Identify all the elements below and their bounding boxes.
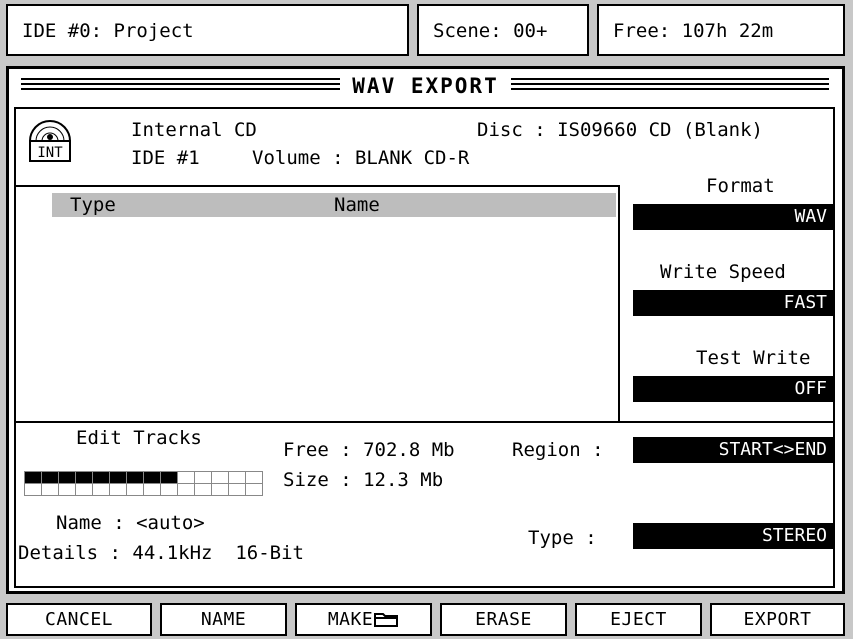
- track-cell[interactable]: [127, 472, 144, 484]
- track-cell[interactable]: [76, 472, 93, 484]
- write-speed-label: Write Speed: [660, 261, 786, 283]
- project-status: IDE #0: Project: [6, 4, 409, 56]
- track-cell[interactable]: [110, 484, 127, 496]
- format-label: Format: [706, 175, 775, 197]
- track-cell[interactable]: [42, 472, 59, 484]
- drive-name: Internal CD: [131, 119, 257, 141]
- track-cell[interactable]: [195, 472, 212, 484]
- scene-label: Scene: 00+: [433, 20, 548, 42]
- edit-tracks-grid[interactable]: [24, 471, 263, 496]
- track-cell[interactable]: [59, 472, 76, 484]
- drive-id: IDE #1: [131, 147, 200, 169]
- type-value[interactable]: STEREO: [633, 523, 833, 549]
- free-space: Free : 702.8 Mb: [283, 439, 455, 461]
- track-cell[interactable]: [212, 472, 229, 484]
- free-time-label: Free: 107h 22m: [613, 20, 774, 42]
- erase-button[interactable]: ERASE: [440, 603, 567, 636]
- test-write-label: Test Write: [696, 347, 811, 369]
- eject-button[interactable]: EJECT: [575, 603, 702, 636]
- project-label: IDE #0: Project: [22, 20, 194, 42]
- name-button[interactable]: NAME: [160, 603, 287, 636]
- test-write-value[interactable]: OFF: [633, 376, 833, 402]
- track-cell[interactable]: [127, 484, 144, 496]
- cancel-button-label: CANCEL: [44, 609, 114, 630]
- svg-text:INT: INT: [37, 145, 63, 161]
- scene-status: Scene: 00+: [417, 4, 589, 56]
- export-button-label: EXPORT: [743, 609, 812, 630]
- eject-button-label: EJECT: [610, 609, 667, 630]
- track-cell[interactable]: [25, 472, 42, 484]
- track-cell[interactable]: [76, 484, 93, 496]
- track-cell[interactable]: [178, 472, 195, 484]
- region-label: Region :: [512, 439, 604, 461]
- region-value[interactable]: START<>END: [633, 437, 833, 463]
- wav-export-panel: WAV EXPORT INT Internal CD IDE #1 Disc :…: [6, 66, 845, 594]
- edit-tracks-label: Edit Tracks: [76, 427, 202, 449]
- export-name[interactable]: Name : <auto>: [56, 512, 205, 534]
- column-name: Name: [334, 194, 380, 216]
- export-details: Details : 44.1kHz 16-Bit: [18, 542, 304, 564]
- title-bar: WAV EXPORT: [9, 69, 842, 105]
- edit-section-divider: [16, 421, 835, 423]
- track-cell[interactable]: [246, 472, 263, 484]
- track-cell[interactable]: [178, 484, 195, 496]
- cd-drive-icon: INT: [26, 115, 74, 163]
- type-label: Type :: [528, 527, 597, 549]
- track-cell[interactable]: [93, 472, 110, 484]
- track-cell[interactable]: [110, 472, 127, 484]
- track-cell[interactable]: [144, 472, 161, 484]
- track-cell[interactable]: [25, 484, 42, 496]
- make-button-label: MAKE: [327, 609, 374, 630]
- track-cell[interactable]: [246, 484, 263, 496]
- track-cell[interactable]: [195, 484, 212, 496]
- volume-info: Volume : BLANK CD-R: [252, 147, 470, 169]
- track-cell[interactable]: [212, 484, 229, 496]
- track-cell[interactable]: [161, 472, 178, 484]
- make-folder-button[interactable]: MAKE: [295, 603, 432, 636]
- page-title: WAV EXPORT: [340, 74, 511, 98]
- track-cell[interactable]: [59, 484, 76, 496]
- export-inner-panel: INT Internal CD IDE #1 Disc : IS09660 CD…: [14, 107, 835, 588]
- list-header: Type Name: [52, 193, 616, 217]
- track-cell[interactable]: [161, 484, 178, 496]
- track-cell[interactable]: [93, 484, 110, 496]
- disc-info: Disc : IS09660 CD (Blank): [477, 119, 763, 141]
- track-cell[interactable]: [42, 484, 59, 496]
- track-cell[interactable]: [229, 484, 246, 496]
- export-size: Size : 12.3 Mb: [283, 469, 444, 491]
- write-speed-value[interactable]: FAST: [633, 290, 833, 316]
- track-cell[interactable]: [229, 472, 246, 484]
- format-value[interactable]: WAV: [633, 204, 833, 230]
- cancel-button[interactable]: CANCEL: [6, 603, 152, 636]
- free-time-status: Free: 107h 22m: [597, 4, 845, 56]
- column-type: Type: [70, 194, 116, 216]
- erase-button-label: ERASE: [475, 609, 532, 630]
- folder-icon: [373, 609, 399, 630]
- file-list[interactable]: Type Name: [16, 185, 620, 421]
- export-button[interactable]: EXPORT: [710, 603, 845, 636]
- track-cell[interactable]: [144, 484, 161, 496]
- name-button-label: NAME: [200, 609, 247, 630]
